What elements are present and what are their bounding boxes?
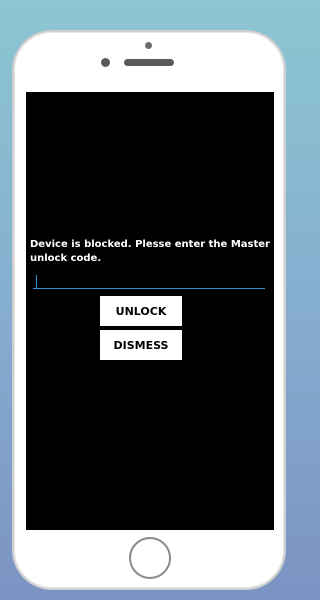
camera-icon bbox=[145, 42, 152, 49]
home-button[interactable] bbox=[129, 537, 171, 579]
speaker-grille bbox=[124, 59, 174, 66]
text-cursor bbox=[36, 275, 37, 289]
dismiss-button[interactable]: DISMESS bbox=[100, 330, 182, 360]
unlock-code-input[interactable] bbox=[33, 273, 265, 289]
front-sensor-icon bbox=[101, 58, 110, 67]
unlock-button[interactable]: UNLOCK bbox=[100, 296, 182, 326]
blocked-message: Device is blocked. Plesse enter the Mast… bbox=[30, 239, 270, 264]
